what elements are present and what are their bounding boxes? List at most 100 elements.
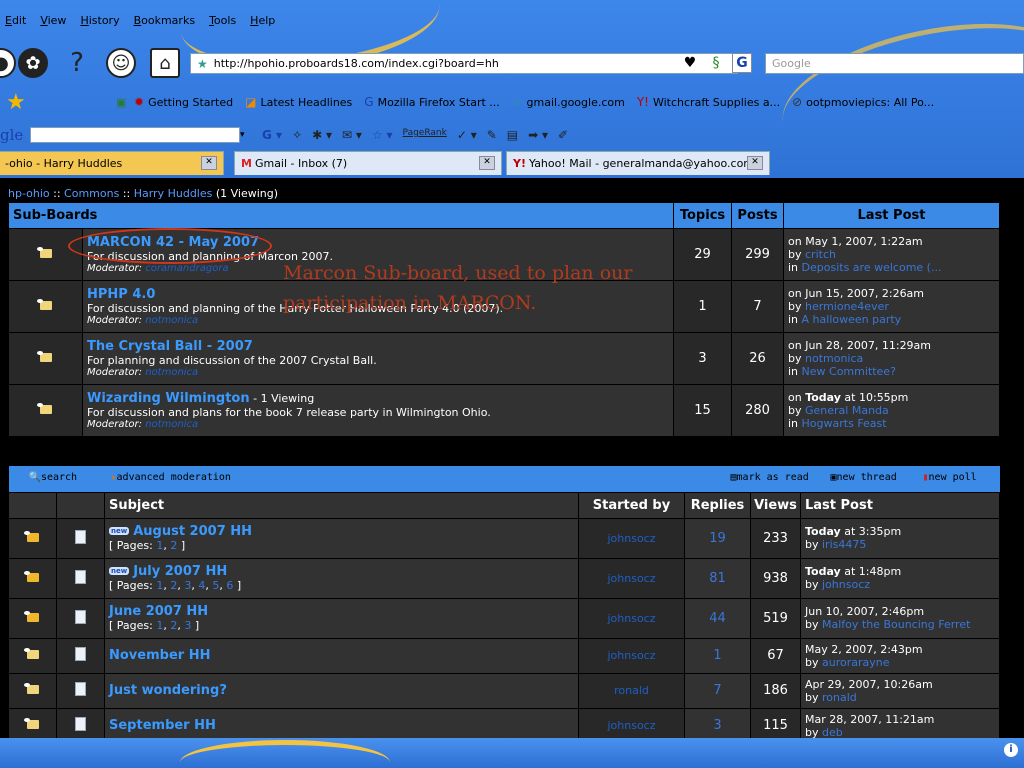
breadcrumb-harry-huddles[interactable]: Harry Huddles [134, 187, 213, 200]
menu-edit[interactable]: Edit [5, 14, 26, 32]
last-post-user[interactable]: critch [805, 248, 836, 261]
bookmark-ootpmoviepics[interactable]: ⊘ ootpmoviepics: All Po... [792, 95, 934, 109]
send-to-icon[interactable]: ➡ ▾ [528, 128, 548, 142]
thread-starter[interactable]: johnsocz [578, 557, 685, 599]
star-icon[interactable]: ★ [6, 90, 36, 115]
google-g-icon[interactable]: G [732, 53, 752, 73]
last-post-user[interactable]: hermione4ever [805, 300, 889, 313]
menu-help[interactable]: Help [250, 14, 275, 32]
page-link[interactable]: 2 [170, 619, 177, 632]
home-icon[interactable]: ⌂ [150, 48, 180, 78]
search-button[interactable]: 🔍search [29, 472, 78, 483]
shield-icon[interactable]: ♥ [680, 53, 700, 73]
last-post-user[interactable]: johnsocz [822, 578, 870, 591]
thread-starter[interactable]: johnsocz [578, 707, 685, 738]
snake-icon[interactable]: § [706, 53, 726, 73]
tab-close-icon[interactable]: ✕ [747, 156, 763, 170]
last-post-user[interactable]: General Manda [805, 404, 889, 417]
thread-starter[interactable]: johnsocz [578, 597, 685, 639]
image-icon[interactable]: ▣ [116, 96, 134, 109]
page-link[interactable]: 2 [170, 539, 177, 552]
page-link[interactable]: 1 [156, 539, 163, 552]
last-post-user[interactable]: iris4475 [822, 538, 866, 551]
news-icon[interactable]: ✱ ▾ [312, 128, 332, 142]
advanced-moderation-button[interactable]: ★advanced moderation [111, 472, 231, 483]
info-icon[interactable]: i [1004, 743, 1018, 757]
bookmark-star-icon[interactable]: ★ [197, 57, 208, 71]
google-search-input[interactable] [30, 127, 240, 143]
tab-close-icon[interactable]: ✕ [201, 156, 217, 170]
paw-icon[interactable]: ✿ [18, 48, 48, 78]
bookmark-gmail[interactable]: ☆ gmail.google.com [512, 95, 625, 109]
last-post-topic[interactable]: Hogwarts Feast [802, 417, 887, 430]
last-post-user[interactable]: ronald [822, 691, 857, 704]
last-post-topic[interactable]: New Committee? [802, 365, 896, 378]
menu-bookmarks[interactable]: Bookmarks [134, 14, 195, 32]
tab-gmail[interactable]: M Gmail - Inbox (7) ✕ [234, 151, 502, 175]
thread-title[interactable]: August 2007 HH [133, 524, 252, 539]
tab-close-icon[interactable]: ✕ [479, 156, 495, 170]
thread-replies[interactable]: 44 [684, 597, 751, 639]
thread-starter[interactable]: johnsocz [578, 637, 685, 674]
bookmark-getting-started[interactable]: ✹ Getting Started [134, 95, 233, 109]
thread-starter[interactable]: johnsocz [578, 517, 685, 559]
moderator-link[interactable]: notmonica [145, 315, 198, 326]
thread-replies[interactable]: 1 [684, 637, 751, 674]
menu-history[interactable]: History [80, 14, 119, 32]
pagerank-label[interactable]: PageRank [403, 128, 447, 142]
bookmark-latest-headlines[interactable]: ◪ Latest Headlines [245, 95, 352, 109]
ghost-icon[interactable]: ☺ [106, 48, 136, 78]
thread-starter[interactable]: ronald [578, 672, 685, 709]
page-link[interactable]: 6 [226, 579, 233, 592]
thread-replies[interactable]: 19 [684, 517, 751, 559]
thread-title[interactable]: Just wondering? [109, 683, 227, 698]
moderator-link[interactable]: notmonica [145, 419, 198, 430]
page-link[interactable]: 5 [212, 579, 219, 592]
subboard-title[interactable]: Wizarding Wilmington [87, 391, 250, 406]
thread-title[interactable]: September HH [109, 718, 216, 733]
swirl-icon[interactable]: ? [62, 48, 92, 78]
spellcheck-icon[interactable]: ✓ ▾ [457, 128, 477, 142]
new-thread-button[interactable]: ▣new thread [831, 472, 897, 483]
last-post-user[interactable]: Malfoy the Bouncing Ferret [822, 618, 970, 631]
mail-icon[interactable]: ✉ ▾ [342, 128, 362, 142]
thread-replies[interactable]: 3 [684, 707, 751, 738]
dropdown-icon[interactable]: ▾ [240, 130, 250, 140]
tab-harry-huddles[interactable]: -ohio - Harry Huddles ✕ [0, 151, 224, 175]
thread-replies[interactable]: 7 [684, 672, 751, 709]
subboard-title[interactable]: HPHP 4.0 [87, 287, 155, 302]
moderator-link[interactable]: notmonica [145, 367, 198, 378]
thread-title[interactable]: November HH [109, 648, 210, 663]
new-poll-button[interactable]: ▮new poll [923, 472, 977, 483]
pencil-icon[interactable]: ✐ [558, 128, 568, 142]
last-post-user[interactable]: deb [822, 726, 843, 739]
bookmark-mozilla-start[interactable]: G Mozilla Firefox Start ... [364, 95, 499, 109]
search-web-icon[interactable]: ✧ [292, 128, 302, 142]
subboard-title[interactable]: The Crystal Ball - 2007 [87, 339, 253, 354]
last-post-user[interactable]: notmonica [805, 352, 863, 365]
moderator-link[interactable]: coramandragora [145, 263, 228, 274]
page-link[interactable]: 1 [156, 619, 163, 632]
bookmark-icon[interactable]: ☆ ▾ [372, 128, 393, 142]
back-icon[interactable]: ● [0, 48, 16, 78]
page-link[interactable]: 2 [170, 579, 177, 592]
last-post-user[interactable]: aurorarayne [822, 656, 890, 669]
mark-as-read-button[interactable]: ▤mark as read [731, 472, 809, 483]
thread-title[interactable]: July 2007 HH [133, 564, 227, 579]
breadcrumb-commons[interactable]: Commons [64, 187, 119, 200]
tab-yahoo-mail[interactable]: Y! Yahoo! Mail - generalmanda@yahoo.com … [506, 151, 770, 175]
last-post-topic[interactable]: Deposits are welcome (... [802, 261, 942, 274]
page-link[interactable]: 3 [184, 619, 191, 632]
page-link[interactable]: 3 [184, 579, 191, 592]
bookmark-witchcraft[interactable]: Y! Witchcraft Supplies a... [637, 95, 780, 109]
menu-tools[interactable]: Tools [209, 14, 236, 32]
page-link[interactable]: 1 [156, 579, 163, 592]
last-post-topic[interactable]: A halloween party [802, 313, 902, 326]
google-g-button-icon[interactable]: G ▾ [262, 128, 282, 142]
menu-view[interactable]: View [40, 14, 66, 32]
autolink-icon[interactable]: ✎ [487, 128, 497, 142]
address-bar[interactable]: ★ http://hpohio.proboards18.com/index.cg… [190, 53, 738, 74]
page-link[interactable]: 4 [198, 579, 205, 592]
autofill-icon[interactable]: ▤ [507, 128, 518, 142]
search-input[interactable]: Google [765, 53, 1024, 74]
